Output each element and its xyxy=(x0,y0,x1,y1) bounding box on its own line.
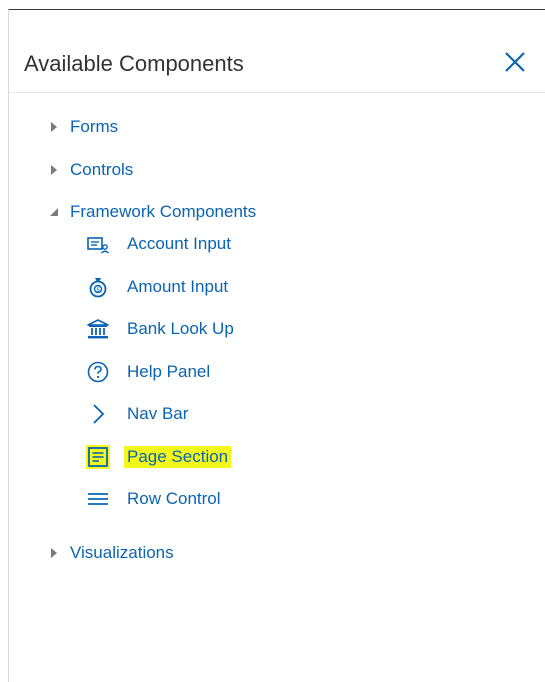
row-control-icon xyxy=(86,487,110,511)
bank-icon xyxy=(86,317,110,341)
tree-node-label[interactable]: Controls xyxy=(70,159,133,181)
tree-node-controls[interactable]: Controls xyxy=(9,157,133,183)
chevron-right-icon xyxy=(86,402,110,426)
component-label[interactable]: Row Control xyxy=(127,488,221,510)
component-label[interactable]: Help Panel xyxy=(127,361,210,383)
tree-node-framework-components[interactable]: Framework Components xyxy=(9,199,256,225)
help-icon xyxy=(86,360,110,384)
component-label[interactable]: Bank Look Up xyxy=(127,318,234,340)
component-label[interactable]: Amount Input xyxy=(127,276,228,298)
tree-node-label[interactable]: Framework Components xyxy=(70,201,256,223)
account-input-icon xyxy=(86,232,110,256)
page-section-icon xyxy=(86,445,110,469)
tree-node-label[interactable]: Visualizations xyxy=(70,542,174,564)
svg-text:$: $ xyxy=(96,287,100,294)
component-bank-look-up[interactable]: Bank Look Up xyxy=(86,314,234,344)
component-label[interactable]: Nav Bar xyxy=(127,403,188,425)
component-label[interactable]: Page Section xyxy=(124,446,232,468)
panel-title: Available Components xyxy=(24,51,244,76)
caret-right-icon[interactable] xyxy=(45,540,63,566)
component-row-control[interactable]: Row Control xyxy=(86,484,221,514)
amount-input-icon: $ xyxy=(86,275,110,299)
close-icon[interactable] xyxy=(501,48,529,76)
component-nav-bar[interactable]: Nav Bar xyxy=(86,399,188,429)
component-account-input[interactable]: Account Input xyxy=(86,229,231,259)
caret-down-icon[interactable] xyxy=(45,199,63,225)
caret-right-icon[interactable] xyxy=(45,114,63,140)
caret-right-icon[interactable] xyxy=(45,157,63,183)
tree-node-visualizations[interactable]: Visualizations xyxy=(9,540,174,566)
tree-node-label[interactable]: Forms xyxy=(70,116,118,138)
tree-node-forms[interactable]: Forms xyxy=(9,114,118,140)
component-label[interactable]: Account Input xyxy=(127,233,231,255)
component-help-panel[interactable]: Help Panel xyxy=(86,357,210,387)
component-page-section[interactable]: Page Section xyxy=(86,442,232,472)
component-amount-input[interactable]: $ Amount Input xyxy=(86,272,228,302)
available-components-panel: Available Components Forms Controls Fram… xyxy=(8,9,545,682)
panel-header: Available Components xyxy=(9,10,545,93)
